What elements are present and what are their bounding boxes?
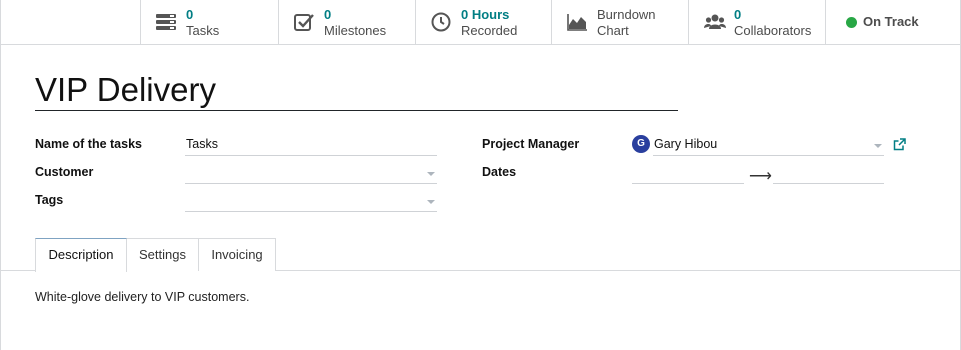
tags-select[interactable]: [185, 192, 437, 212]
dates-label: Dates: [482, 165, 517, 179]
hours-count: 0 Hours: [461, 7, 510, 22]
avatar: G: [632, 135, 650, 153]
task-name-value: Tasks: [186, 137, 218, 151]
status-dot-icon: [846, 17, 857, 28]
project-manager-label: Project Manager: [482, 137, 580, 151]
external-link-icon[interactable]: [893, 138, 906, 151]
clock-icon: [431, 12, 451, 32]
area-chart-icon: [567, 14, 587, 31]
end-date-input[interactable]: [773, 164, 884, 184]
collaborators-count: 0: [734, 7, 742, 22]
tab-description[interactable]: Description: [35, 238, 127, 272]
burndown-label-line1: Burndown: [597, 7, 656, 22]
status-label: On Track: [863, 14, 919, 29]
stat-buttons-bar: 0 Tasks 0 Milestones 0 Hours Recorded Bu…: [1, 0, 961, 45]
users-icon: [704, 14, 726, 29]
task-name-input[interactable]: Tasks: [185, 136, 437, 156]
task-name-label: Name of the tasks: [35, 137, 142, 151]
title-underline: [35, 110, 678, 111]
description-text[interactable]: White-glove delivery to VIP customers.: [35, 290, 249, 304]
hours-stat-button[interactable]: 0 Hours Recorded: [415, 0, 551, 45]
customer-label: Customer: [35, 165, 94, 179]
start-date-input[interactable]: [632, 164, 744, 184]
tab-invoicing[interactable]: Invoicing: [198, 238, 276, 271]
collaborators-label: Collaborators: [734, 23, 812, 38]
milestones-label: Milestones: [324, 23, 387, 38]
chevron-down-icon[interactable]: [874, 144, 882, 148]
collaborators-stat-button[interactable]: 0 Collaborators: [688, 0, 825, 45]
tasks-stat-button[interactable]: 0 Tasks: [140, 0, 278, 45]
arrow-right-icon: ⟶: [749, 168, 772, 185]
burndown-chart-button[interactable]: Burndown Chart: [551, 0, 688, 45]
form-view: 0 Tasks 0 Milestones 0 Hours Recorded Bu…: [0, 0, 961, 350]
tasks-count: 0: [186, 7, 194, 22]
project-manager-select[interactable]: Gary Hibou: [653, 136, 884, 156]
tasks-label: Tasks: [186, 23, 220, 38]
project-manager-value: Gary Hibou: [654, 137, 718, 151]
milestones-stat-button[interactable]: 0 Milestones: [278, 0, 415, 45]
burndown-label-line2: Chart: [597, 23, 629, 38]
tasks-icon: [156, 14, 176, 30]
chevron-down-icon[interactable]: [427, 200, 435, 204]
project-title[interactable]: VIP Delivery: [35, 71, 216, 109]
check-square-icon: [294, 14, 314, 31]
tags-label: Tags: [35, 193, 64, 207]
tab-settings[interactable]: Settings: [126, 238, 199, 271]
hours-label: Recorded: [461, 23, 518, 38]
customer-select[interactable]: [185, 164, 437, 184]
chevron-down-icon[interactable]: [427, 172, 435, 176]
milestones-count: 0: [324, 7, 332, 22]
status-button[interactable]: On Track: [825, 0, 961, 45]
